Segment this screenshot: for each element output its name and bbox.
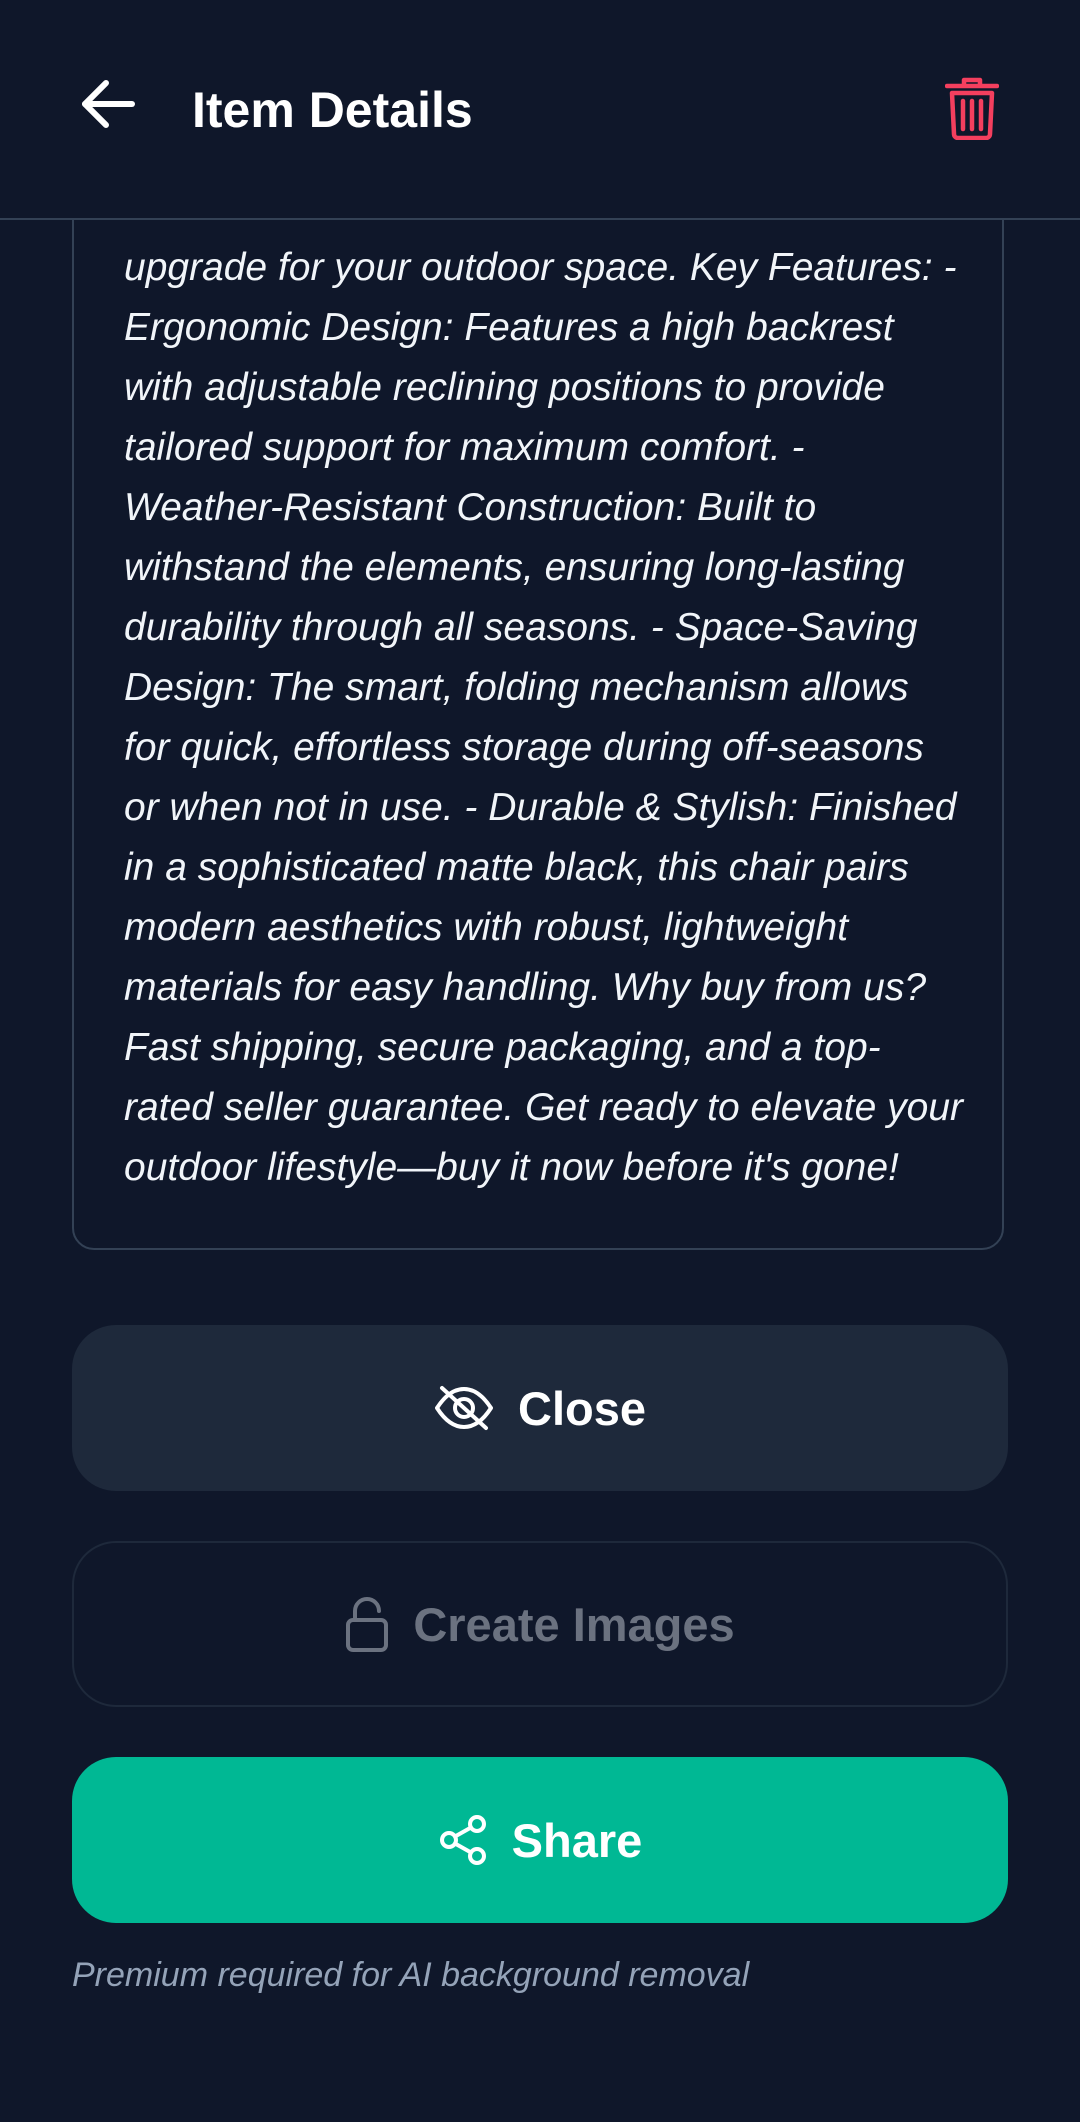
close-listing-button[interactable]: Close <box>72 1325 1008 1491</box>
details-scroll-area[interactable]: upgrade for your outdoor space. Key Feat… <box>0 0 1080 2122</box>
description-box: upgrade for your outdoor space. Key Feat… <box>72 120 1004 1250</box>
back-button[interactable] <box>72 70 144 142</box>
description-text: upgrade for your outdoor space. Key Feat… <box>124 246 963 1189</box>
close-label: Close <box>518 1381 646 1435</box>
delete-button[interactable] <box>936 70 1008 150</box>
premium-note: Premium required for AI background remov… <box>72 1956 750 1994</box>
share-button[interactable]: Share <box>72 1757 1008 1923</box>
arrow-left-icon <box>80 79 136 134</box>
page-title: Item Details <box>192 82 473 138</box>
eye-off-icon <box>434 1385 494 1431</box>
app-bar: Item Details <box>0 0 1080 220</box>
lock-icon <box>345 1596 389 1652</box>
trash-icon <box>944 76 1000 145</box>
create-images-label: Create Images <box>413 1597 735 1651</box>
share-icon <box>438 1814 488 1866</box>
share-label: Share <box>511 1813 643 1867</box>
create-images-button[interactable]: Create Images <box>72 1541 1008 1707</box>
